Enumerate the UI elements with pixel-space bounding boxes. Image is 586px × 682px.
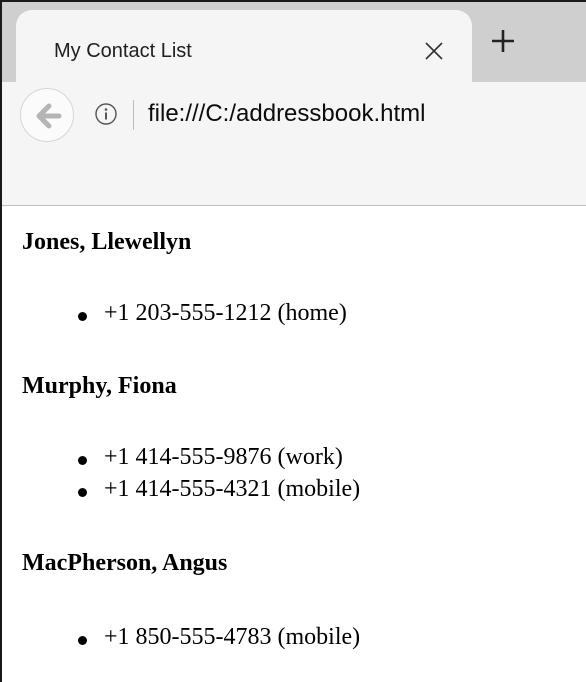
page-content: Jones, Llewellyn +1 203-555-1212 (home) … bbox=[2, 207, 586, 682]
back-button[interactable] bbox=[20, 88, 74, 142]
contact-name: MacPherson, Angus bbox=[22, 550, 228, 576]
browser-window: My Contact List file:///C:/addressbook.h… bbox=[0, 0, 586, 682]
url-text[interactable]: file:///C:/addressbook.html bbox=[148, 100, 425, 128]
bullet-icon bbox=[78, 636, 87, 645]
plus-icon[interactable] bbox=[486, 24, 520, 58]
back-arrow-icon bbox=[36, 103, 62, 129]
phone-number: +1 203-555-1212 (home) bbox=[104, 300, 347, 326]
contact-name: Murphy, Fiona bbox=[22, 373, 177, 399]
bullet-icon bbox=[78, 488, 87, 497]
phone-number: +1 414-555-4321 (mobile) bbox=[104, 476, 361, 502]
phone-number: +1 414-555-9876 (work) bbox=[104, 444, 343, 470]
info-icon[interactable] bbox=[94, 102, 118, 126]
bullet-icon bbox=[78, 312, 87, 321]
bullet-icon bbox=[78, 456, 87, 465]
tab-strip: My Contact List bbox=[2, 2, 586, 100]
toolbar-area bbox=[2, 148, 586, 206]
phone-number: +1 850-555-4783 (mobile) bbox=[104, 624, 361, 650]
navigation-bar: file:///C:/addressbook.html bbox=[2, 82, 586, 148]
address-bar[interactable]: file:///C:/addressbook.html bbox=[74, 92, 586, 138]
contact-name: Jones, Llewellyn bbox=[22, 229, 192, 255]
tab-title: My Contact List bbox=[54, 40, 192, 62]
close-icon[interactable] bbox=[420, 37, 448, 65]
url-separator bbox=[133, 100, 134, 130]
